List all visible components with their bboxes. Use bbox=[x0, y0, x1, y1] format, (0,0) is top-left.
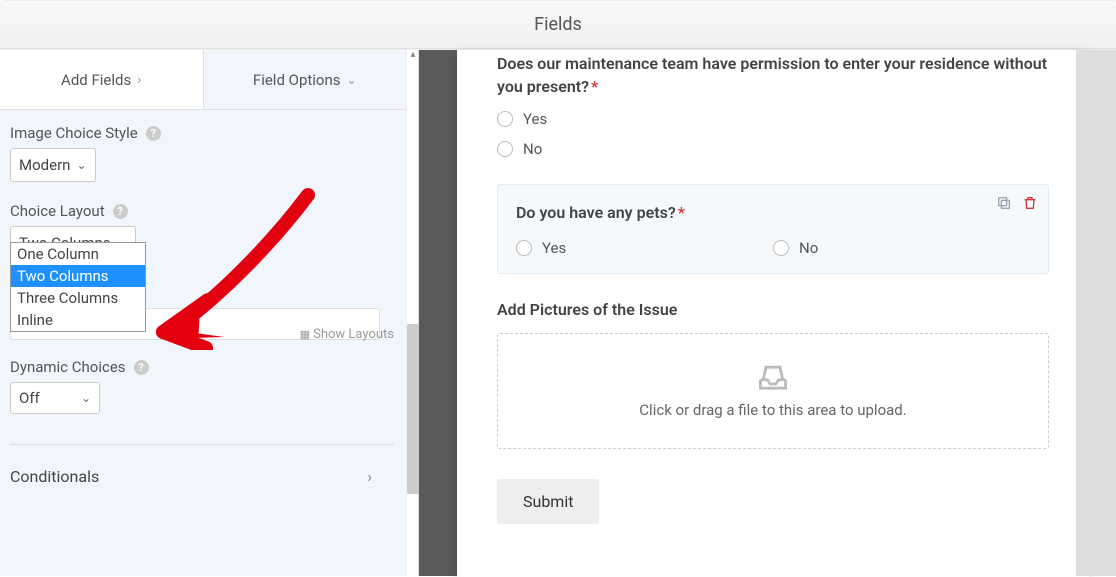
required-asterisk: * bbox=[591, 77, 598, 96]
tab-add-fields[interactable]: Add Fields › bbox=[0, 50, 204, 109]
choice-layout-label: Choice Layout ? bbox=[10, 202, 394, 220]
chevron-down-icon: ⌄ bbox=[347, 73, 357, 87]
radio-option[interactable]: No bbox=[773, 239, 1030, 257]
dropdown-option-three-columns[interactable]: Three Columns bbox=[11, 287, 145, 309]
duplicate-icon[interactable] bbox=[996, 195, 1012, 211]
choice-layout-dropdown: One Column Two Columns Three Columns Inl… bbox=[10, 242, 146, 332]
chevron-down-icon: ⌄ bbox=[76, 158, 86, 172]
inbox-icon bbox=[756, 363, 790, 391]
main-layout: Add Fields › Field Options ⌄ Image Choic… bbox=[0, 49, 1116, 576]
image-choice-style-label: Image Choice Style ? bbox=[10, 124, 394, 142]
question-permission: Does our maintenance team have permissio… bbox=[497, 50, 1049, 158]
preview-area: Does our maintenance team have permissio… bbox=[419, 50, 1116, 576]
left-panel: Add Fields › Field Options ⌄ Image Choic… bbox=[0, 50, 419, 576]
file-upload-dropzone[interactable]: Click or drag a file to this area to upl… bbox=[497, 333, 1049, 449]
form-preview: Does our maintenance team have permissio… bbox=[457, 50, 1089, 577]
submit-button[interactable]: Submit bbox=[497, 479, 599, 524]
page-title: Fields bbox=[534, 14, 582, 35]
sidebar-scrollbar[interactable]: ▴ bbox=[406, 50, 418, 576]
scroll-thumb[interactable] bbox=[407, 324, 419, 494]
help-icon[interactable]: ? bbox=[134, 360, 149, 375]
show-layouts-link[interactable]: ▦ Show Layouts bbox=[300, 327, 394, 342]
radio-option[interactable]: Yes bbox=[497, 110, 1049, 128]
radio-option[interactable]: No bbox=[497, 140, 1049, 158]
panel-tabs: Add Fields › Field Options ⌄ bbox=[0, 50, 406, 110]
tab-field-options[interactable]: Field Options ⌄ bbox=[204, 50, 407, 109]
image-choice-style-select[interactable]: Modern ⌄ bbox=[10, 148, 96, 182]
dropdown-option-two-columns[interactable]: Two Columns bbox=[11, 265, 145, 287]
dynamic-choices-label: Dynamic Choices ? bbox=[10, 358, 394, 376]
dynamic-choices-select[interactable]: Off ⌄ bbox=[10, 382, 100, 414]
upload-section-label: Add Pictures of the Issue bbox=[497, 300, 1049, 319]
dropdown-option-one-column[interactable]: One Column bbox=[11, 243, 145, 265]
chevron-down-icon: ⌄ bbox=[81, 391, 91, 405]
radio-icon bbox=[516, 240, 532, 256]
scroll-up-icon[interactable]: ▴ bbox=[407, 50, 419, 62]
preview-scrollbar[interactable] bbox=[1076, 50, 1116, 576]
radio-icon bbox=[773, 240, 789, 256]
grid-icon: ▦ bbox=[300, 328, 309, 341]
radio-icon bbox=[497, 111, 513, 127]
trash-icon[interactable] bbox=[1022, 195, 1038, 211]
panel-body: Image Choice Style ? Modern ⌄ Choice Lay… bbox=[0, 110, 406, 508]
help-icon[interactable]: ? bbox=[113, 204, 128, 219]
chevron-right-icon: › bbox=[137, 72, 141, 88]
radio-icon bbox=[497, 141, 513, 157]
question-pets-selected[interactable]: Do you have any pets?* Yes No bbox=[497, 184, 1049, 273]
help-icon[interactable]: ? bbox=[146, 126, 161, 141]
dropdown-option-inline[interactable]: Inline bbox=[11, 309, 145, 331]
page-header: Fields bbox=[0, 0, 1116, 49]
required-asterisk: * bbox=[678, 203, 685, 222]
conditionals-section[interactable]: Conditionals › bbox=[10, 445, 394, 508]
chevron-right-icon: › bbox=[367, 467, 372, 486]
radio-option[interactable]: Yes bbox=[516, 239, 773, 257]
